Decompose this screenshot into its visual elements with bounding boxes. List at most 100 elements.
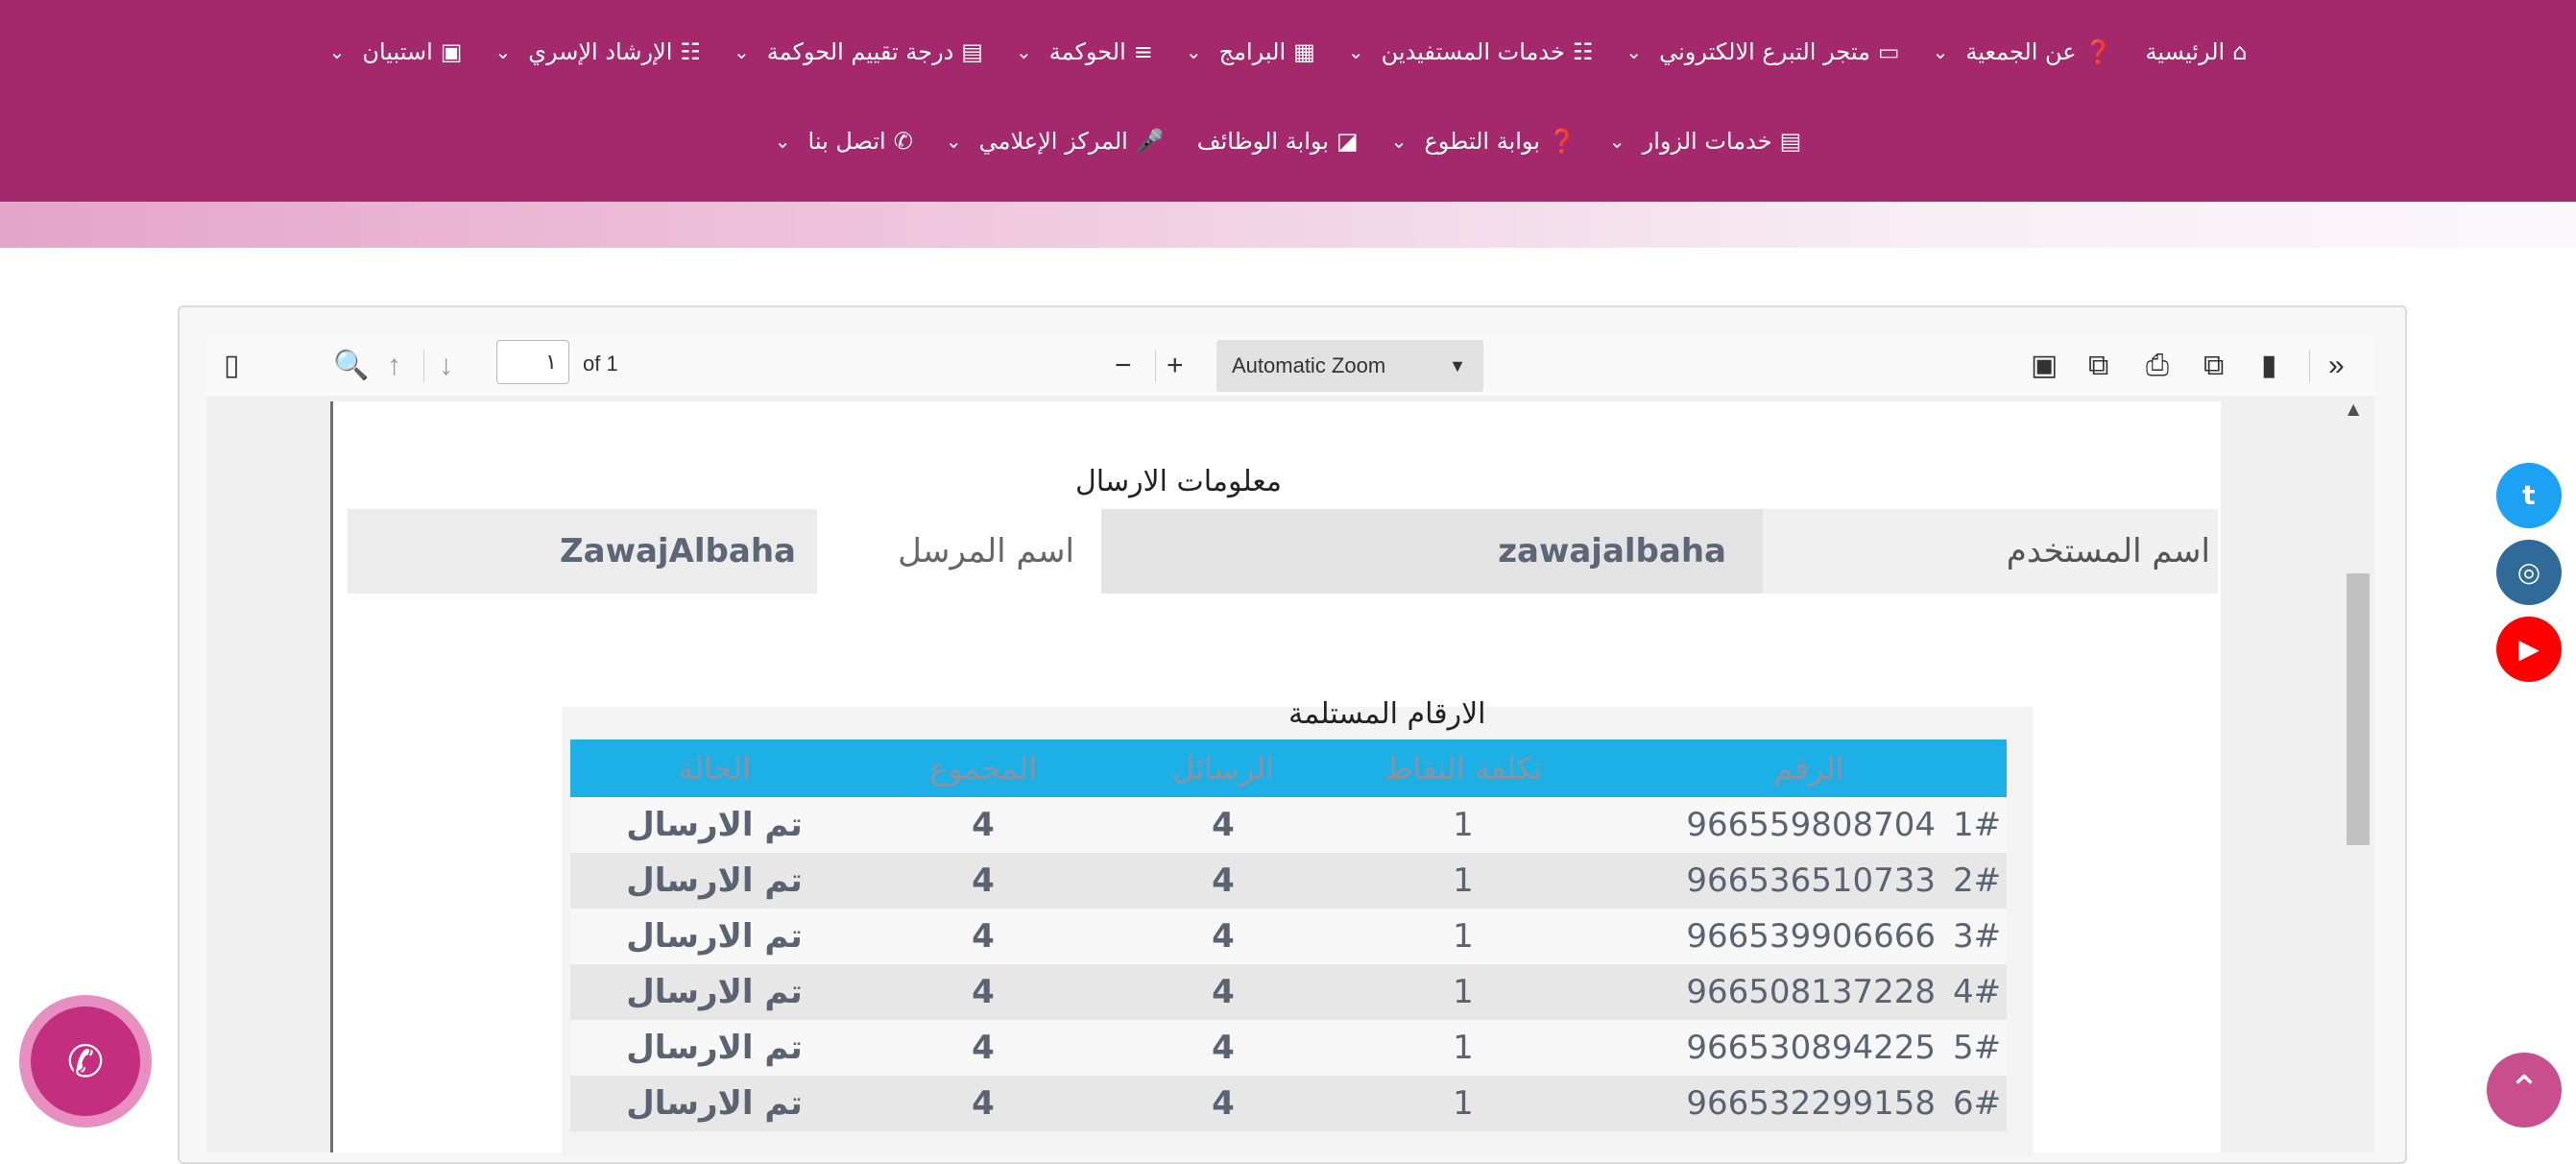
scrollbar-thumb[interactable]: [2347, 573, 2370, 845]
nav-item-programs[interactable]: ▦ البرامج ⌄: [1186, 38, 1315, 65]
row-status: تم الارسال: [626, 1084, 803, 1123]
row-messages: 4: [1212, 806, 1235, 844]
table-row: 4# 966508137228 1 4 4 تم الارسال: [570, 964, 2007, 1020]
row-status: تم الارسال: [626, 806, 803, 844]
nav-label: بوابة الوظائف: [1196, 128, 1329, 155]
sidebar-toggle-icon[interactable]: ▯: [224, 350, 240, 382]
tools-menu-icon[interactable]: »: [2328, 350, 2345, 382]
nav-label: الحوكمة: [1048, 38, 1126, 65]
table-row: 5# 966530894225 1 4 4 تم الارسال: [570, 1020, 2007, 1076]
previous-page-icon[interactable]: ↑: [387, 350, 401, 382]
nav-item-beneficiary-services[interactable]: ☷ خدمات المستفيدين ⌄: [1348, 38, 1594, 65]
row-cost: 1: [1453, 917, 1474, 956]
chevron-down-icon: ⌄: [1185, 40, 1202, 63]
nav-item-family-counseling[interactable]: ☷ الإرشاد الإسري ⌄: [494, 38, 700, 65]
question-icon: ❓: [1548, 128, 1577, 155]
row-total: 4: [972, 861, 995, 900]
row-status: تم الارسال: [626, 917, 803, 956]
nav-item-about[interactable]: ❓ عن الجمعية ⌄: [1933, 38, 2113, 65]
chevron-down-icon: ⌄: [1390, 130, 1408, 153]
header-number: الرقم: [1773, 750, 1844, 787]
scroll-up-arrow-icon[interactable]: ▲: [2347, 400, 2359, 418]
open-file-icon[interactable]: ⧉: [2088, 350, 2108, 382]
whatsapp-icon[interactable]: ✆: [31, 1006, 140, 1116]
edit-icon: ◪: [1336, 128, 1359, 155]
row-cost: 1: [1453, 1029, 1474, 1067]
row-cost: 1: [1453, 861, 1474, 900]
zoom-in-icon[interactable]: +: [1167, 350, 1184, 382]
row-index: 3#: [1953, 917, 2002, 956]
chevron-down-icon: ⌄: [1932, 40, 1949, 63]
nav-item-volunteer-portal[interactable]: ❓ بوابة التطوع ⌄: [1391, 128, 1577, 155]
header-status: الحالة: [678, 750, 751, 787]
bookmark-icon[interactable]: ▮: [2261, 350, 2277, 382]
table-row: 6# 966532299158 1 4 4 تم الارسال: [570, 1076, 2007, 1131]
instagram-icon[interactable]: ◎: [2496, 540, 2562, 605]
nav-label: درجة تقييم الحوكمة: [766, 38, 954, 65]
nav-item-jobs-portal[interactable]: ◪ بوابة الوظائف: [1197, 128, 1359, 155]
nav-item-home[interactable]: ⌂ الرئيسية: [2146, 38, 2248, 65]
row-messages: 4: [1212, 1029, 1235, 1067]
row-number: 966530894225: [1686, 1029, 1936, 1067]
row-number: 966539906666: [1686, 917, 1936, 956]
nav-label: البرامج: [1218, 38, 1287, 65]
chevron-down-icon: ⌄: [494, 40, 512, 63]
nav-label: اتصل بنا: [807, 128, 886, 155]
table-row: 3# 966539906666 1 4 4 تم الارسال: [570, 909, 2007, 964]
numbers-table-header: الرقم تكلفة النقاط الرسائل المجموع الحال…: [570, 740, 2007, 797]
nav-item-donation-store[interactable]: ▭ متجر التبرع الالكتروني ⌄: [1625, 38, 1899, 65]
presentation-mode-icon[interactable]: ▣: [2031, 350, 2058, 382]
chevron-down-icon: ⌄: [1347, 40, 1364, 63]
chevron-down-icon: ⌄: [328, 40, 346, 63]
twitter-icon[interactable]: t: [2496, 463, 2562, 528]
download-icon[interactable]: ⧉: [2203, 350, 2224, 382]
nav-item-governance[interactable]: ≡ الحوكمة ⌄: [1016, 38, 1153, 65]
microphone-icon: 🎤: [1135, 128, 1165, 155]
scroll-to-top-icon[interactable]: ⌃: [2487, 1053, 2562, 1128]
nav-item-media-center[interactable]: 🎤 المركز الإعلامي ⌄: [946, 128, 1165, 155]
row-messages: 4: [1212, 861, 1235, 900]
youtube-icon[interactable]: ▶: [2496, 617, 2562, 682]
nav-row-1: ⌂ الرئيسية ❓ عن الجمعية ⌄ ▭ متجر التبرع الال…: [0, 38, 2576, 65]
row-messages: 4: [1212, 917, 1235, 956]
print-icon[interactable]: ⎙: [2146, 350, 2169, 382]
row-cost: 1: [1453, 1084, 1474, 1123]
card-icon: ▭: [1877, 38, 1900, 65]
send-info-title: معلومات الارسال: [1075, 465, 1282, 498]
zoom-out-icon[interactable]: −: [1115, 350, 1132, 382]
row-status: تم الارسال: [626, 973, 803, 1011]
row-total: 4: [972, 917, 995, 956]
row-cost: 1: [1453, 806, 1474, 844]
chevron-down-icon: ⌄: [1015, 40, 1032, 63]
zoom-select[interactable]: Automatic Zoom ▼: [1216, 340, 1483, 392]
nav-item-contact[interactable]: ✆ اتصل بنا ⌄: [775, 128, 913, 155]
nav-label: المركز الإعلامي: [978, 128, 1128, 155]
row-index: 6#: [1953, 1084, 2002, 1123]
sender-label: اسم المرسل: [817, 509, 1101, 594]
chevron-down-icon: ⌄: [945, 130, 962, 153]
phone-icon: ✆: [893, 128, 913, 155]
row-number: 966536510733: [1686, 861, 1936, 900]
server-icon: ▤: [1779, 128, 1802, 155]
header-total: المجموع: [929, 750, 1037, 787]
users-icon: ☷: [680, 38, 701, 65]
zoom-value: Automatic Zoom: [1232, 353, 1386, 377]
toolbar-separator: [423, 350, 424, 382]
nav-item-governance-rating[interactable]: ▤ درجة تقييم الحوكمة ⌄: [734, 38, 983, 65]
next-page-icon[interactable]: ↓: [439, 350, 453, 382]
row-index: 4#: [1953, 973, 2002, 1011]
row-status: تم الارسال: [626, 861, 803, 900]
toolbar-separator: [1155, 350, 1156, 382]
nav-item-visitor-services[interactable]: ▤ خدمات الزوار ⌄: [1609, 128, 1801, 155]
nav-label: الإرشاد الإسري: [528, 38, 673, 65]
table-row: 2# 966536510733 1 4 4 تم الارسال: [570, 853, 2007, 909]
toolbar-separator: [2309, 350, 2310, 382]
page-number-input[interactable]: [496, 340, 569, 384]
bar-chart-icon: ▤: [961, 38, 983, 65]
nav-label: بوابة التطوع: [1424, 128, 1540, 155]
nav-label: عن الجمعية: [1965, 38, 2077, 65]
search-icon[interactable]: 🔍: [333, 350, 369, 382]
chevron-down-icon: ⌄: [1625, 40, 1643, 63]
nav-item-survey[interactable]: ▣ استبيان ⌄: [329, 38, 463, 65]
nav-label: خدمات المستفيدين: [1381, 38, 1565, 65]
